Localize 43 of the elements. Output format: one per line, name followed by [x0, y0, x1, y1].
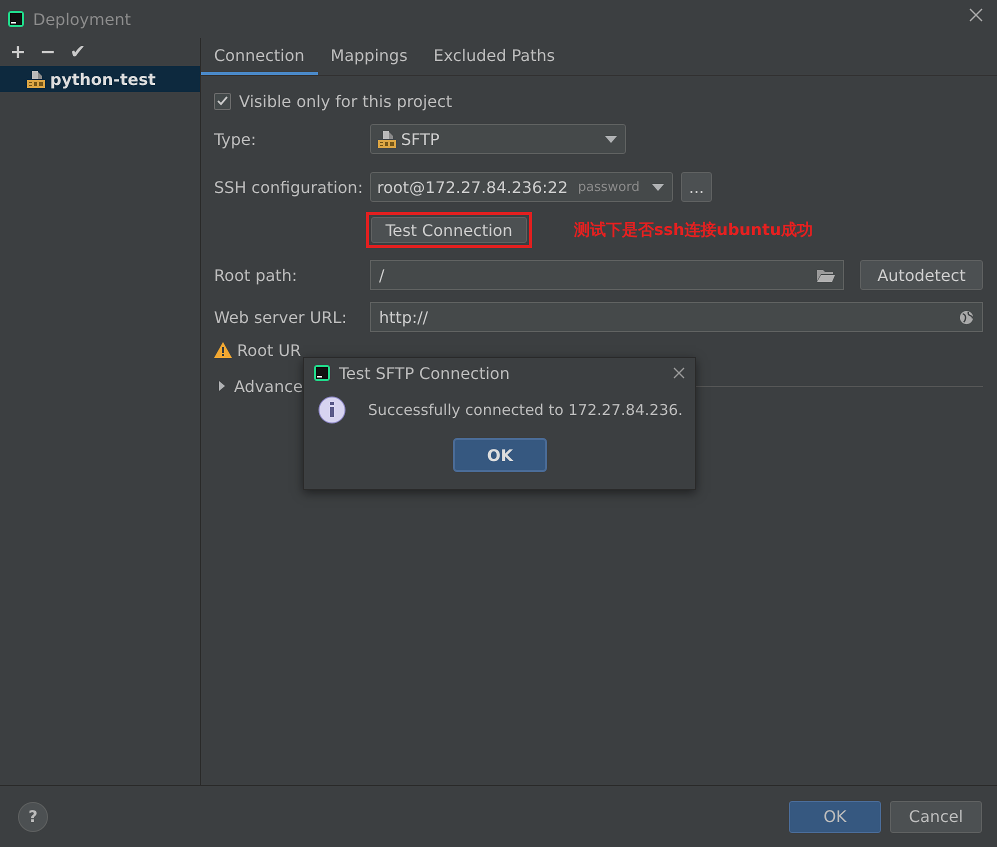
toolbar-button[interactable]: ✔	[70, 41, 86, 63]
dialog-message: Successfully connected to 172.27.84.236.	[368, 401, 683, 419]
globe-icon	[959, 310, 974, 324]
annotation-text: 测试下是否ssh连接ubuntu成功	[574, 220, 814, 240]
toolbar-button[interactable]: −	[40, 41, 56, 63]
web-url-field[interactable]: http://	[370, 302, 983, 332]
dialog-title: Test SFTP Connection	[339, 364, 510, 382]
server-item[interactable]: python-test	[0, 66, 200, 92]
close-icon[interactable]	[969, 8, 983, 22]
window-title: Deployment	[33, 10, 131, 28]
ok-button[interactable]: OK	[453, 438, 547, 472]
field-label: SSH configuration:	[214, 178, 364, 196]
sftp-server-icon	[377, 129, 397, 149]
field-label: Type:	[214, 130, 258, 148]
tab[interactable]: Connection	[201, 38, 318, 75]
close-icon[interactable]	[673, 367, 685, 379]
field-label: Web server URL:	[214, 308, 348, 326]
tab[interactable]: Mappings	[318, 38, 421, 75]
app-logo-icon	[314, 365, 330, 381]
checkbox[interactable]	[214, 92, 231, 110]
browse-button[interactable]: ...	[681, 172, 712, 202]
warning-icon	[214, 342, 232, 358]
dropdown-caret-icon	[605, 136, 617, 142]
toolbar-button[interactable]: +	[10, 41, 26, 63]
expand-caret-icon	[218, 381, 226, 391]
help-button[interactable]: ?	[18, 802, 48, 832]
field-label: Root path:	[214, 266, 298, 284]
root-path-field[interactable]: /	[370, 260, 844, 290]
autodetect-button[interactable]: Autodetect	[860, 260, 983, 290]
advanced-toggle[interactable]: Advance	[214, 376, 303, 396]
dialog-button[interactable]: OK	[789, 800, 881, 832]
ssh-dropdown[interactable]: root@172.27.84.236:22 password	[370, 172, 673, 202]
type-dropdown[interactable]: SFTP	[370, 124, 626, 154]
app-logo-icon	[8, 11, 24, 27]
test-connection-button[interactable]: Test Connection	[371, 217, 527, 243]
dropdown-caret-icon	[652, 184, 664, 190]
warning-text: Root UR	[237, 340, 302, 360]
dialog-button[interactable]: Cancel	[890, 800, 982, 832]
folder-icon[interactable]	[817, 268, 835, 282]
tab[interactable]: Excluded Paths	[420, 38, 568, 75]
checkbox-label: Visible only for this project	[239, 92, 452, 110]
sftp-server-icon	[26, 69, 46, 89]
info-icon	[318, 396, 346, 424]
